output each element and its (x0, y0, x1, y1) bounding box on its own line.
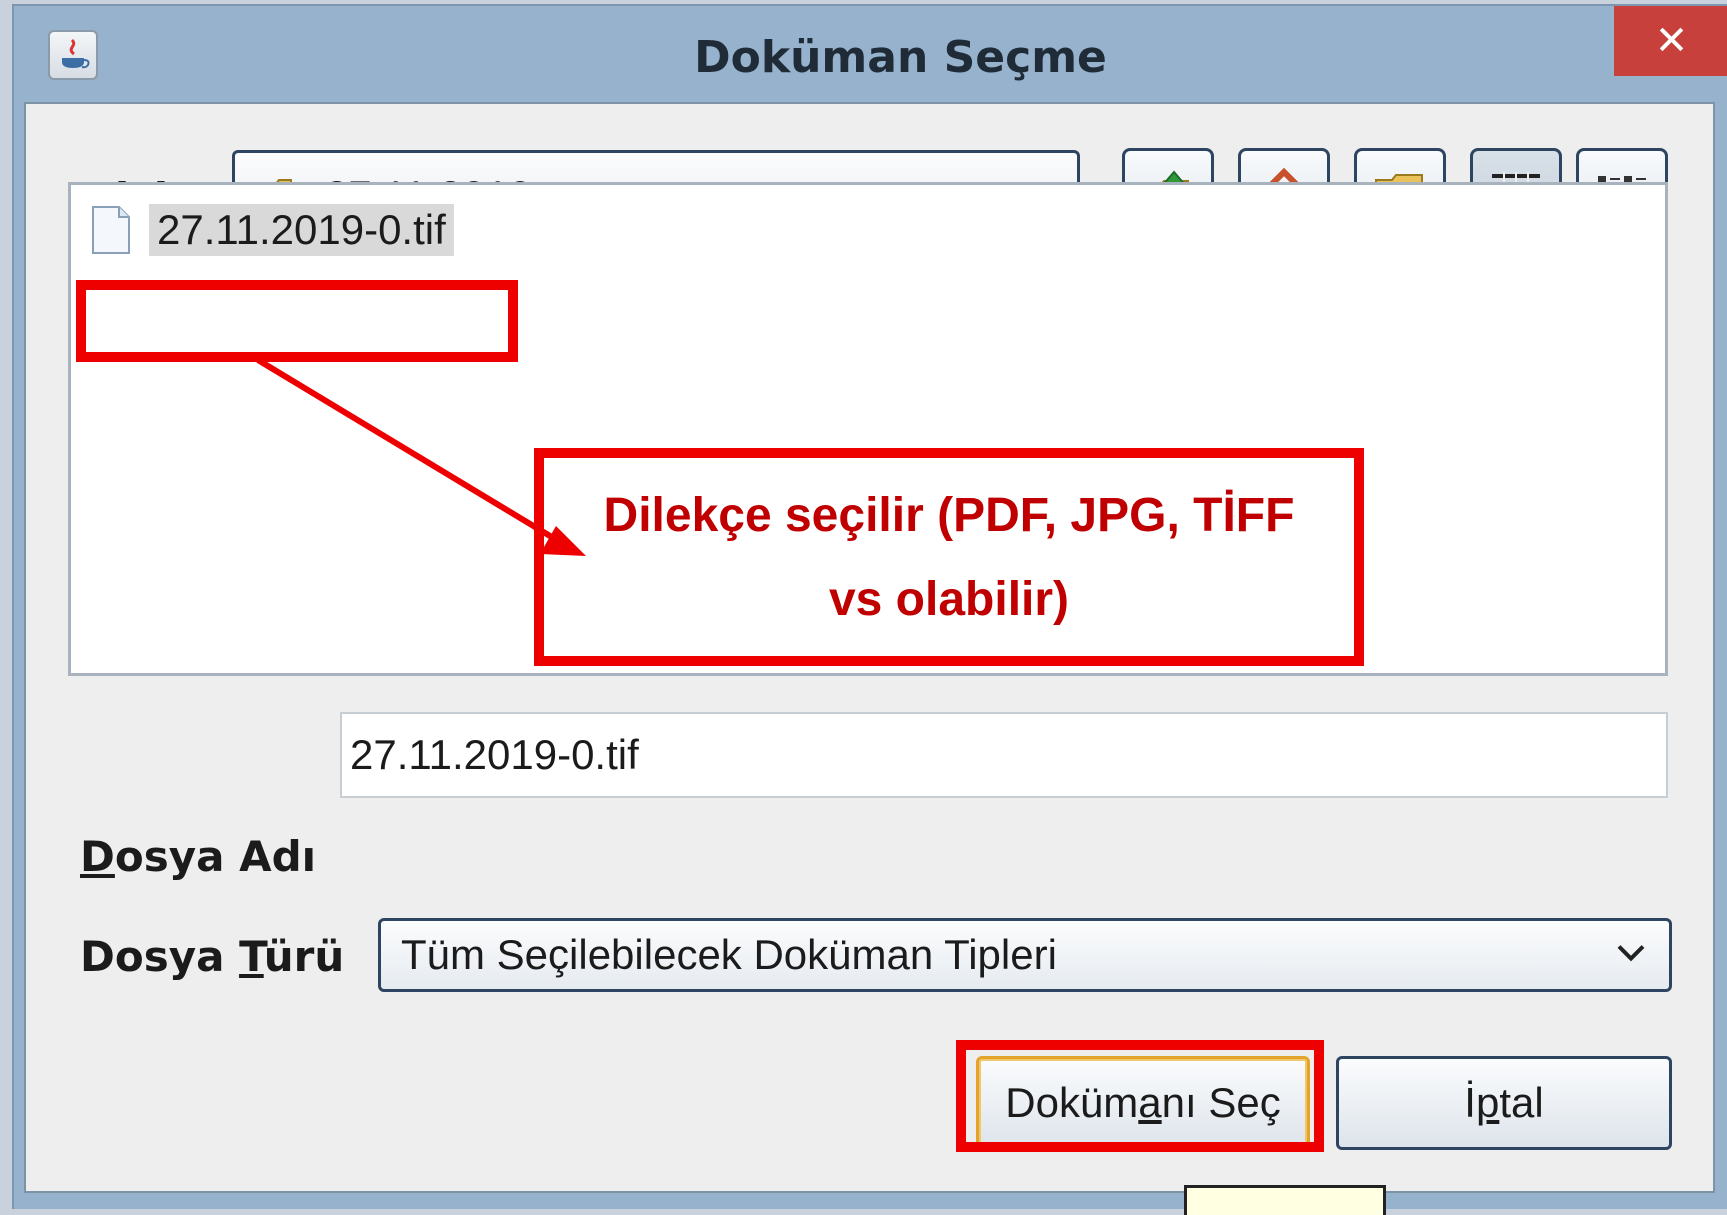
tooltip (1184, 1185, 1386, 1215)
select-document-button[interactable]: Doküm a nı Seç (976, 1056, 1310, 1150)
chevron-down-icon (1615, 943, 1647, 968)
cancel-button[interactable]: İp tal (1336, 1056, 1672, 1150)
file-type-combobox[interactable]: Tüm Seçilebilecek Doküman Tipleri (378, 918, 1672, 992)
file-type-value: Tüm Seçilebilecek Doküman Tipleri (401, 931, 1057, 978)
file-name-label: Dosya Adı (80, 832, 317, 881)
file-name-input[interactable]: 27.11.2019-0.tif (340, 712, 1668, 798)
annotation-arrow (256, 357, 586, 556)
file-type-label: Dosya Türü (80, 932, 345, 981)
